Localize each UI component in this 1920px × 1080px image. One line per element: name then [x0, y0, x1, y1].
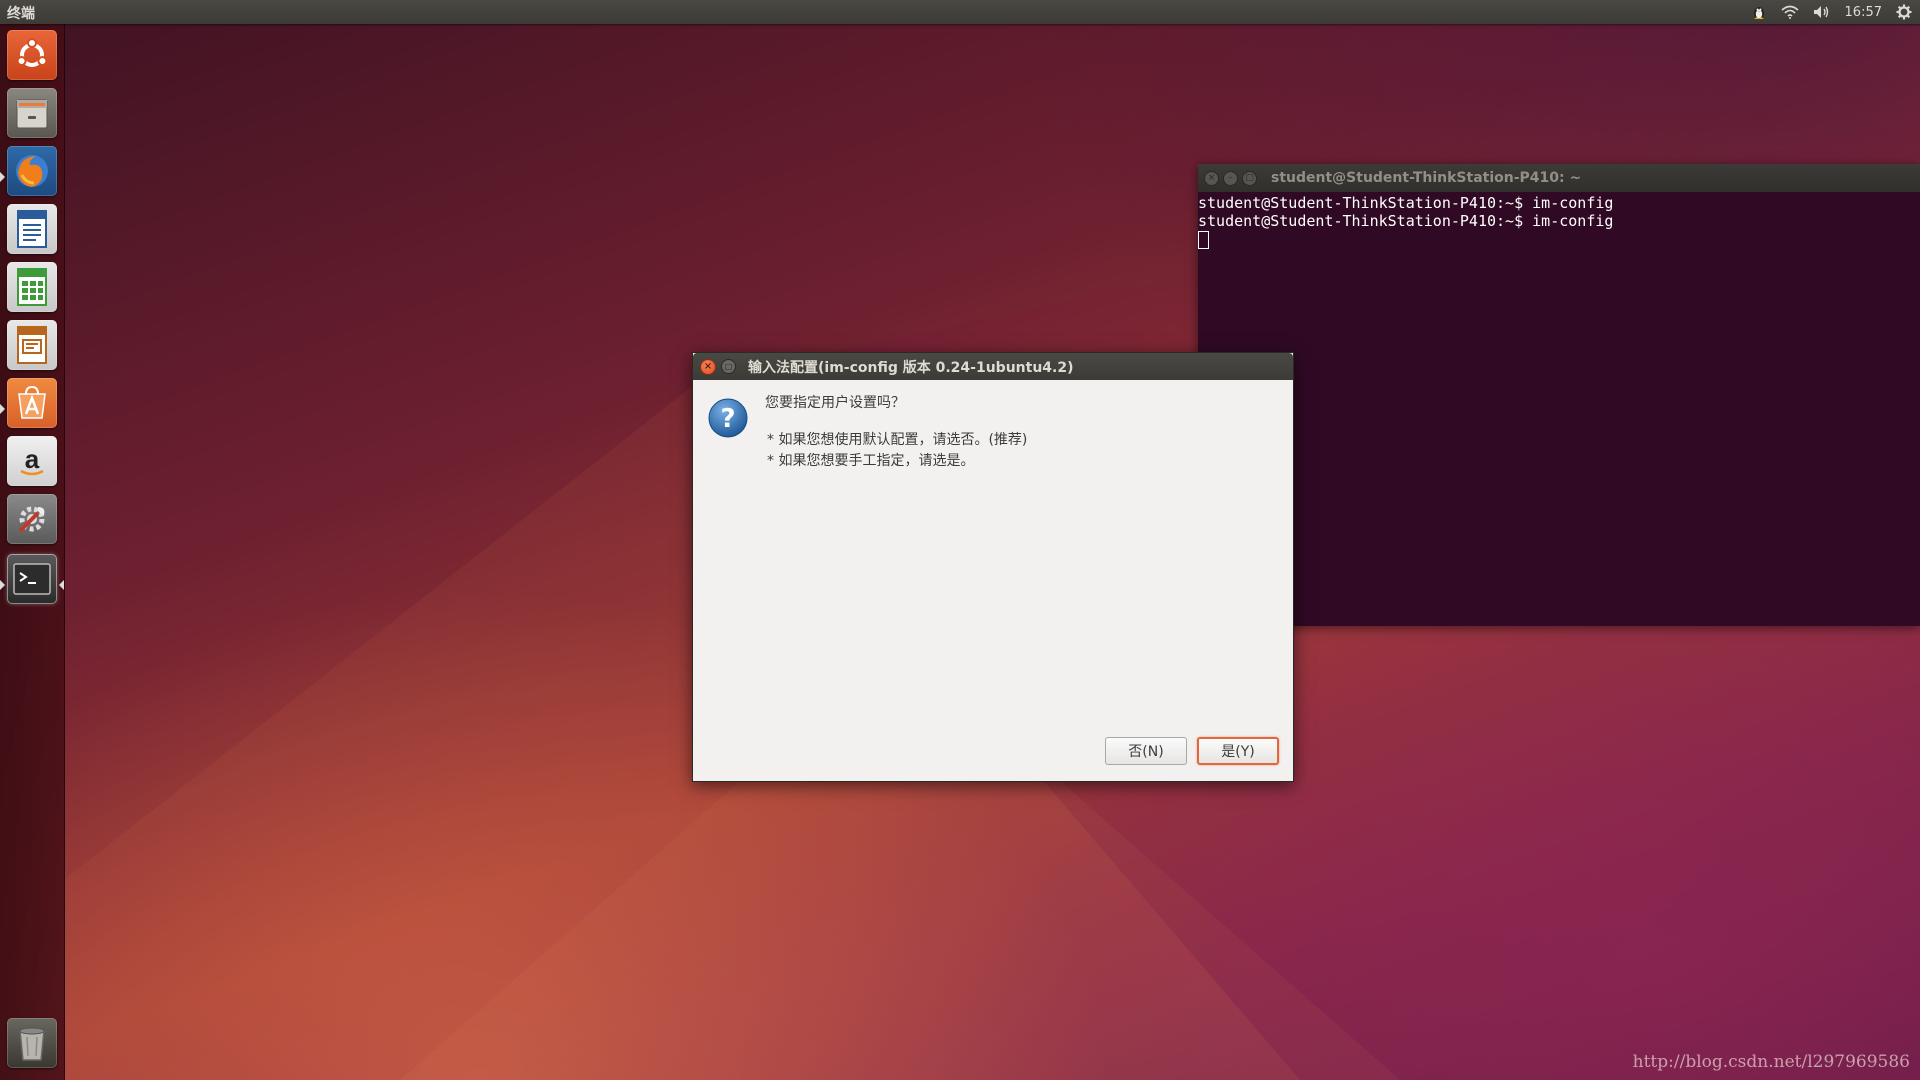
firefox-icon: [16, 155, 48, 187]
launcher-software-center[interactable]: [7, 378, 57, 428]
im-config-dialog: × □ 输入法配置(im-config 版本 0.24-1ubuntu4.2) …: [692, 352, 1294, 782]
launcher-ubuntu-dash[interactable]: [7, 30, 57, 80]
dialog-question: 您要指定用户设置吗？: [765, 395, 905, 411]
running-indicator: [0, 404, 5, 414]
launcher-files[interactable]: [7, 88, 57, 138]
trash-icon: [19, 1027, 45, 1061]
indicator-area: 16:57: [1751, 0, 1920, 24]
launcher-terminal[interactable]: [7, 554, 57, 604]
svg-text:?: ?: [720, 404, 735, 434]
calc-spreadsheet-icon: [17, 268, 47, 306]
dialog-message: 您要指定用户设置吗？ * 如果您想使用默认配置，请选否。(推荐) * 如果您想要…: [765, 393, 1027, 472]
active-app-title: 终端: [7, 6, 35, 22]
minimize-icon[interactable]: –: [1223, 170, 1238, 186]
dialog-title: 输入法配置(im-config 版本 0.24-1ubuntu4.2): [748, 359, 1074, 376]
close-icon[interactable]: ×: [700, 358, 716, 375]
terminal-titlebar[interactable]: × – □ student@Student-ThinkStation-P410:…: [1198, 164, 1920, 192]
terminal-line: student@Student-ThinkStation-P410:~$ im-…: [1198, 212, 1614, 230]
amazon-icon: a: [20, 444, 44, 476]
launcher-amazon[interactable]: a: [7, 436, 57, 486]
launcher-firefox[interactable]: [7, 146, 57, 196]
dialog-option-yes-hint: * 如果您想要手工指定，请选是。: [767, 453, 975, 469]
terminal-icon: [13, 563, 51, 595]
maximize-icon[interactable]: □: [721, 359, 736, 374]
watermark: http://blog.csdn.net/l297969586: [1632, 1052, 1910, 1072]
settings-wrench-icon: [18, 506, 45, 533]
focused-indicator: [59, 580, 64, 590]
launcher-system-settings[interactable]: [7, 494, 57, 544]
file-cabinet-icon: [16, 99, 48, 129]
dialog-option-no-hint: * 如果您想使用默认配置，请选否。(推荐): [767, 432, 1028, 448]
launcher-trash[interactable]: [7, 1018, 57, 1068]
launcher-writer[interactable]: [7, 204, 57, 254]
terminal-line: student@Student-ThinkStation-P410:~$ im-…: [1198, 194, 1614, 212]
gear-icon[interactable]: [1896, 4, 1912, 20]
launcher-impress[interactable]: [7, 320, 57, 370]
terminal-title: student@Student-ThinkStation-P410: ~: [1271, 170, 1582, 186]
impress-presentation-icon: [17, 326, 47, 364]
dialog-titlebar[interactable]: × □ 输入法配置(im-config 版本 0.24-1ubuntu4.2): [693, 353, 1293, 380]
launcher: a: [0, 24, 65, 1080]
svg-text:a: a: [25, 444, 40, 474]
writer-document-icon: [17, 210, 47, 248]
maximize-icon[interactable]: □: [1242, 170, 1257, 186]
clock[interactable]: 16:57: [1845, 5, 1882, 20]
terminal-output[interactable]: student@Student-ThinkStation-P410:~$ im-…: [1198, 192, 1920, 253]
running-indicator: [0, 580, 5, 590]
terminal-cursor: [1198, 231, 1209, 249]
launcher-calc[interactable]: [7, 262, 57, 312]
running-indicator: [0, 172, 5, 182]
terminal-window[interactable]: × – □ student@Student-ThinkStation-P410:…: [1198, 164, 1920, 626]
volume-icon[interactable]: [1813, 5, 1831, 19]
software-center-icon: [18, 385, 46, 419]
top-panel: 终端 16:57: [0, 0, 1920, 24]
question-icon: ?: [707, 397, 749, 443]
keyboard-tux-icon[interactable]: [1751, 4, 1767, 20]
no-button[interactable]: 否(N): [1105, 737, 1187, 765]
yes-button[interactable]: 是(Y): [1197, 737, 1279, 765]
ubuntu-logo-icon: [16, 38, 48, 67]
wifi-icon[interactable]: [1781, 5, 1799, 19]
close-icon[interactable]: ×: [1204, 170, 1219, 186]
